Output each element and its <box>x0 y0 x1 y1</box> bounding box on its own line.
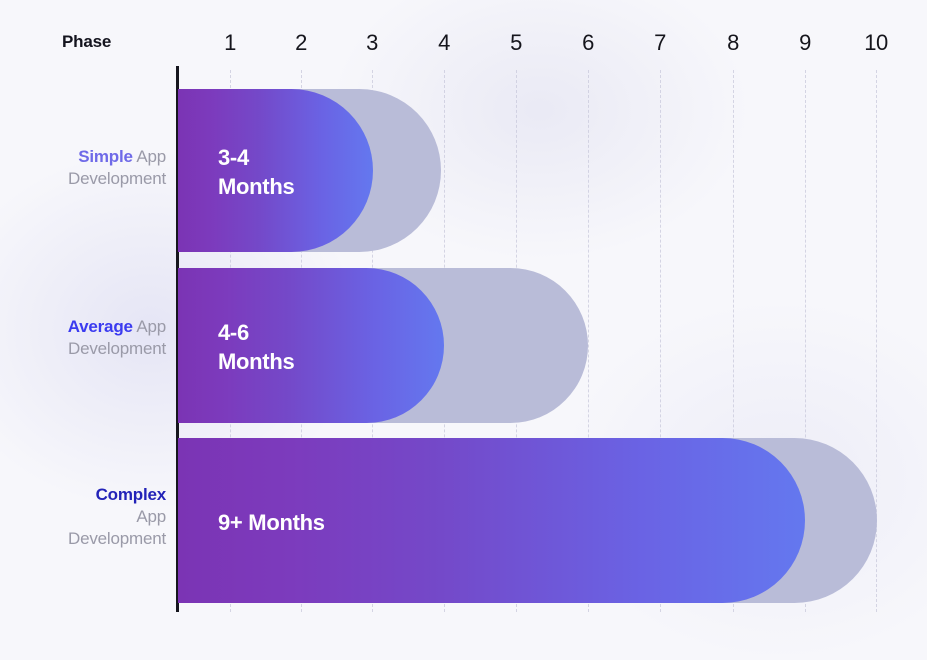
category-label-average: Average App Development <box>67 316 167 360</box>
category-strong-average: Average <box>67 317 133 336</box>
category-rest-complex: App Development <box>68 506 166 548</box>
phase-header-label: Phase <box>62 32 112 51</box>
category-label-simple: Simple App Development <box>68 146 166 190</box>
axis-tick-8: 8 <box>727 30 739 55</box>
axis-tick-2: 2 <box>295 30 307 55</box>
axis-tick-7: 7 <box>654 30 666 55</box>
axis-tick-5: 5 <box>510 30 522 55</box>
axis-tick-6: 6 <box>582 30 594 55</box>
category-strong-complex: Complex <box>95 485 167 504</box>
bar-value-complex: 9+ Months <box>218 510 325 535</box>
axis-tick-3: 3 <box>366 30 378 55</box>
axis-tick-10: 10 <box>864 30 888 55</box>
category-label-complex: Complex App Development <box>68 484 166 549</box>
axis-tick-4: 4 <box>438 30 450 55</box>
category-strong-simple: Simple <box>78 147 133 166</box>
bar-value-simple: 3-4 Months <box>218 145 295 199</box>
horizontal-bar-chart: Phase 1 2 3 4 5 6 7 8 9 10 Simple App De… <box>0 0 927 618</box>
bar-value-average: 4-6 Months <box>218 320 295 374</box>
axis-tick-1: 1 <box>224 30 236 55</box>
axis-tick-9: 9 <box>799 30 811 55</box>
